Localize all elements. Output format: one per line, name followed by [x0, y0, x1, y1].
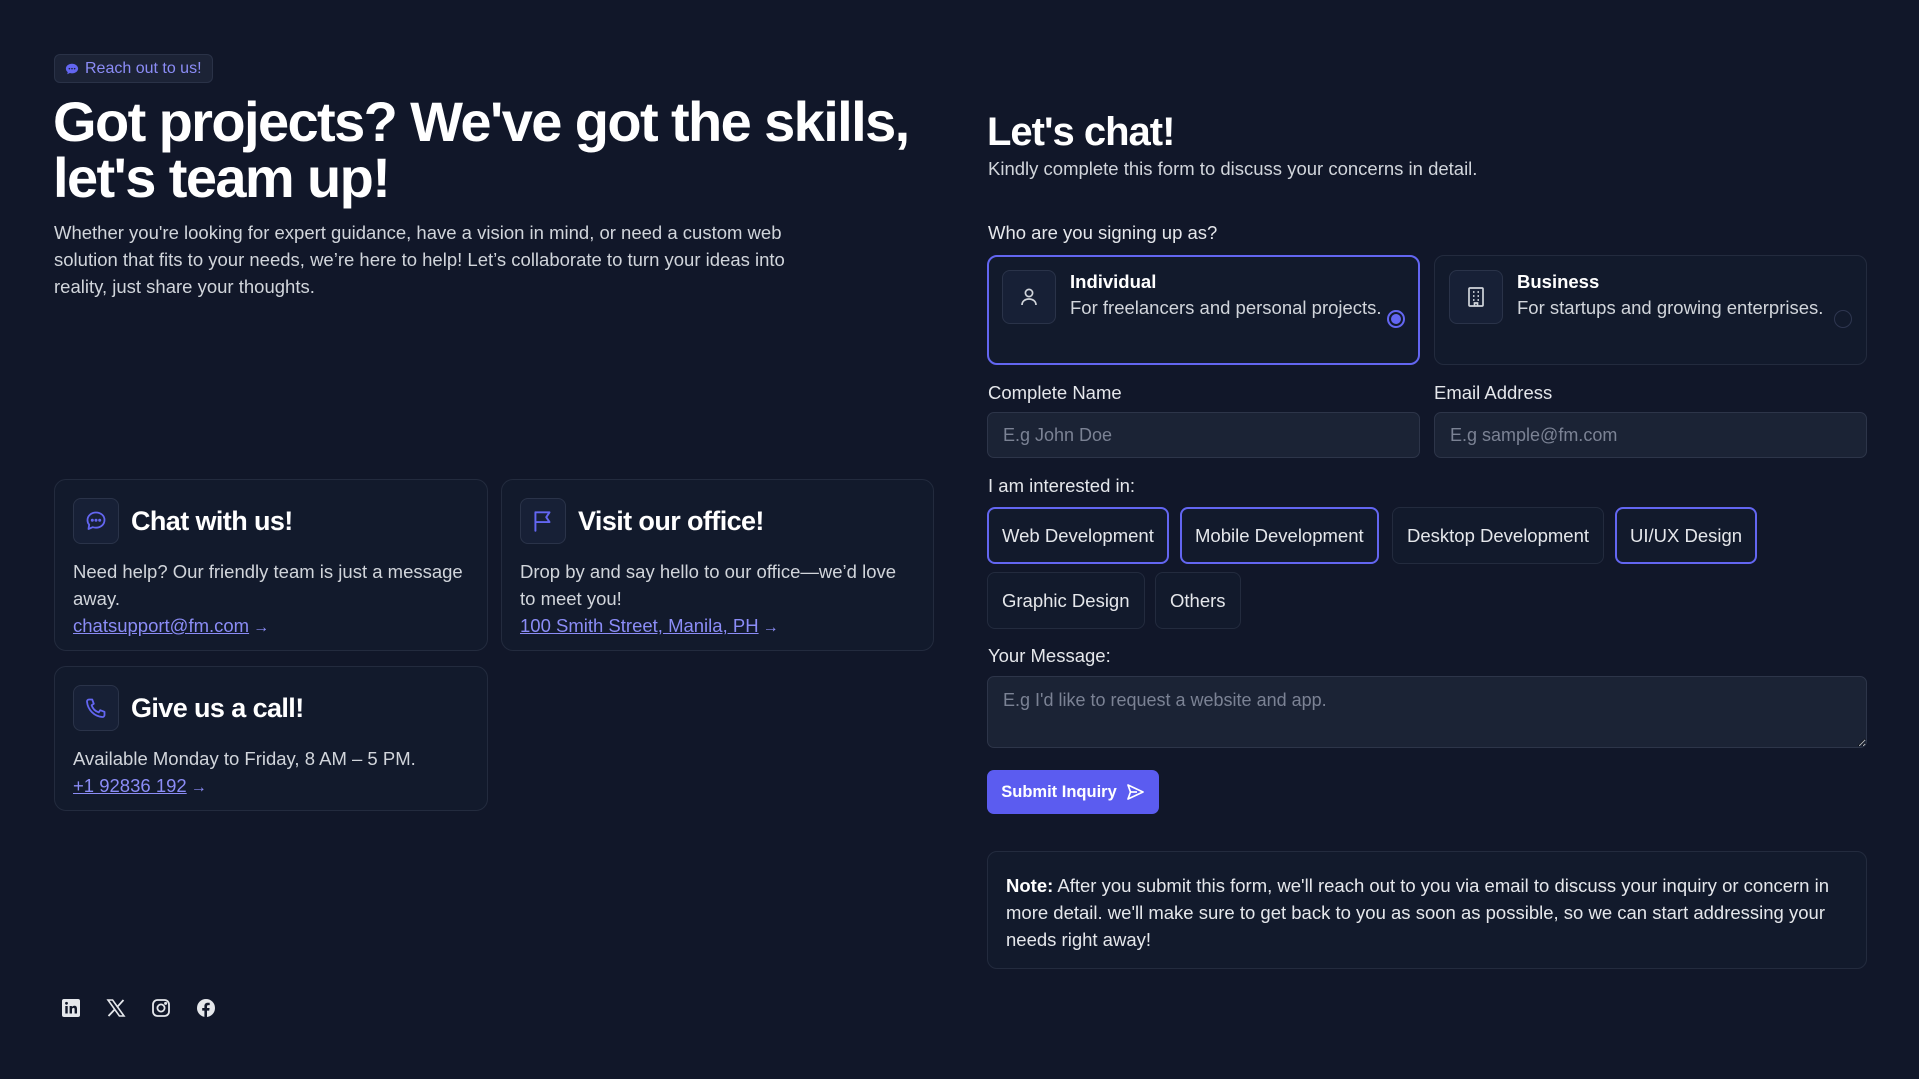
interest-others[interactable]: Others: [1155, 572, 1241, 629]
note-prefix: Note:: [1006, 875, 1054, 896]
office-address-link[interactable]: 100 Smith Street, Manila, PH: [520, 615, 759, 636]
arrow-right-icon: →: [253, 619, 270, 636]
interest-mobile-development[interactable]: Mobile Development: [1180, 507, 1379, 564]
email-input[interactable]: [1434, 412, 1867, 458]
note-box: Note: After you submit this form, we'll …: [987, 851, 1867, 969]
submit-label: Submit Inquiry: [1001, 782, 1117, 801]
facebook-icon[interactable]: [196, 998, 216, 1018]
submit-inquiry-button[interactable]: Submit Inquiry: [987, 770, 1159, 814]
name-label: Complete Name: [988, 382, 1122, 403]
office-card-title: Visit our office!: [578, 505, 764, 536]
x-icon[interactable]: [106, 998, 126, 1018]
office-card-text: Drop by and say hello to our office—we’d…: [520, 561, 897, 609]
option-business-desc: For startups and growing enterprises.: [1517, 297, 1824, 318]
phone-link[interactable]: +1 92836 192: [73, 775, 187, 796]
option-individual-title: Individual: [1070, 271, 1157, 292]
office-card: Visit our office! Drop by and say hello …: [501, 479, 934, 651]
form-title: Let's chat!: [987, 110, 1175, 154]
user-icon: [1002, 270, 1056, 324]
message-label: Your Message:: [988, 645, 1111, 666]
call-card-title: Give us a call!: [131, 692, 304, 723]
chat-email-link[interactable]: chatsupport@fm.com: [73, 615, 249, 636]
badge-label: Reach out to us!: [85, 59, 202, 77]
social-links: [61, 998, 216, 1018]
arrow-right-icon: →: [190, 779, 207, 796]
interest-ui-ux-design[interactable]: UI/UX Design: [1615, 507, 1758, 564]
phone-icon: [73, 685, 119, 731]
interest-graphic-design[interactable]: Graphic Design: [987, 572, 1145, 629]
interest-label: I am interested in:: [988, 475, 1136, 496]
chat-icon: [73, 498, 119, 544]
send-icon: [1126, 784, 1144, 800]
hero-description: Whether you're looking for expert guidan…: [54, 222, 785, 297]
business-radio[interactable]: [1834, 310, 1852, 328]
call-card: Give us a call! Available Monday to Frid…: [54, 666, 488, 811]
chat-card-text: Need help? Our friendly team is just a m…: [73, 561, 463, 609]
flag-icon: [520, 498, 566, 544]
note-text: After you submit this form, we'll reach …: [1006, 875, 1830, 950]
message-textarea[interactable]: [987, 676, 1867, 748]
option-business-title: Business: [1517, 271, 1600, 292]
email-label: Email Address: [1434, 382, 1553, 403]
reach-out-badge: Reach out to us!: [54, 54, 213, 83]
linkedin-icon[interactable]: [61, 998, 81, 1018]
name-input[interactable]: [987, 412, 1420, 458]
arrow-right-icon: →: [762, 619, 779, 636]
hero-title: Got projects? We've got the skills, let'…: [53, 90, 910, 209]
option-individual[interactable]: Individual For freelancers and personal …: [987, 255, 1420, 365]
call-card-text: Available Monday to Friday, 8 AM – 5 PM.: [73, 748, 416, 769]
option-business[interactable]: Business For startups and growing enterp…: [1434, 255, 1867, 365]
individual-radio[interactable]: [1387, 310, 1405, 328]
instagram-icon[interactable]: [151, 998, 171, 1018]
chat-card-title: Chat with us!: [131, 505, 293, 536]
form-subtitle: Kindly complete this form to discuss you…: [988, 158, 1478, 179]
signup-label: Who are you signing up as?: [988, 222, 1218, 243]
chat-bubble-icon: [65, 63, 79, 74]
interest-web-development[interactable]: Web Development: [987, 507, 1169, 564]
building-icon: [1449, 270, 1503, 324]
interest-desktop-development[interactable]: Desktop Development: [1392, 507, 1605, 564]
option-individual-desc: For freelancers and personal projects.: [1070, 297, 1382, 318]
chat-card: Chat with us! Need help? Our friendly te…: [54, 479, 488, 651]
